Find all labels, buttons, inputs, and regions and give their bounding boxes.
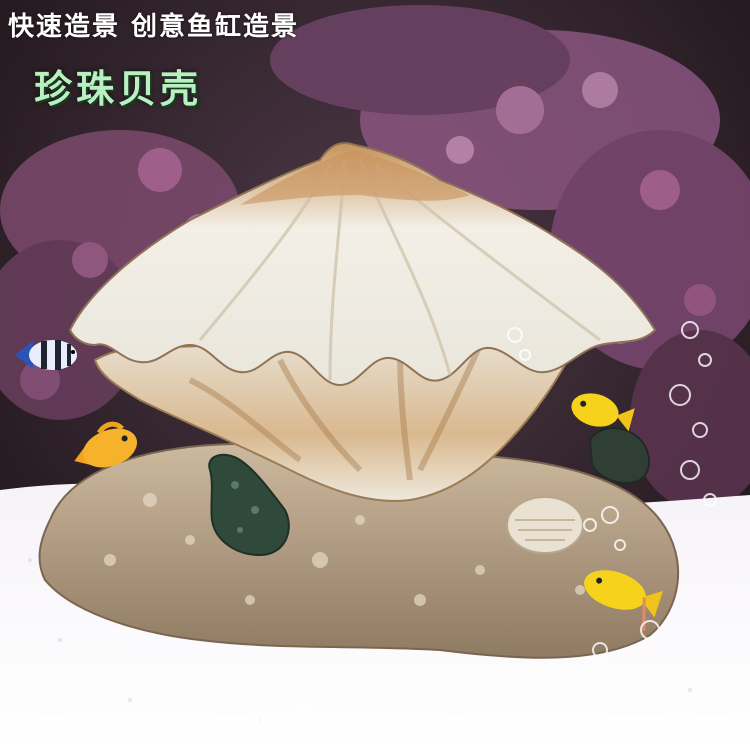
product-name-title: 珍珠贝壳 bbox=[34, 66, 203, 111]
tagline-text: 快速造景 创意鱼缸造景 bbox=[8, 12, 300, 42]
product-image-stage: 快速造景 创意鱼缸造景 珍珠贝壳 bbox=[0, 0, 750, 750]
small-shell bbox=[506, 496, 584, 554]
